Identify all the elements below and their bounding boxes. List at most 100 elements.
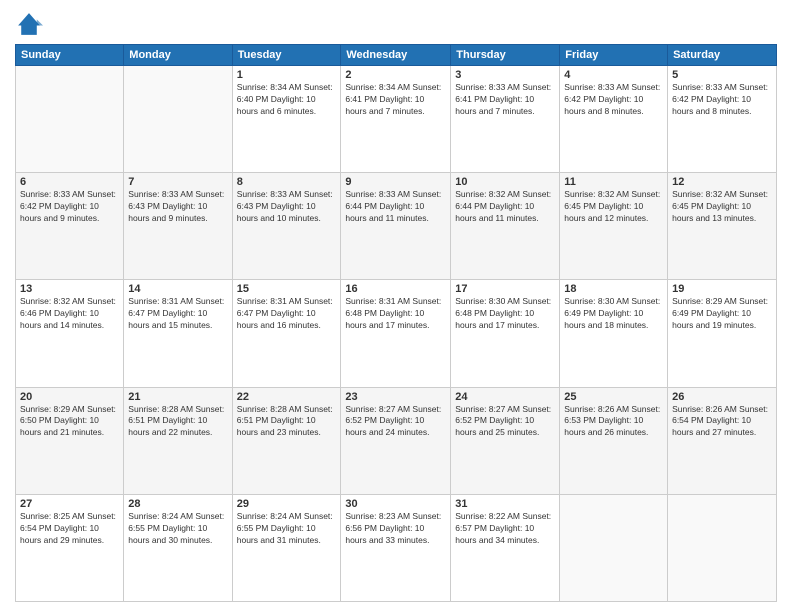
weekday-header-thursday: Thursday (451, 45, 560, 66)
day-number: 26 (672, 391, 772, 403)
calendar-cell: 19Sunrise: 8:29 AM Sunset: 6:49 PM Dayli… (668, 280, 777, 387)
day-number: 15 (237, 283, 337, 295)
day-number: 7 (128, 176, 227, 188)
calendar-cell: 26Sunrise: 8:26 AM Sunset: 6:54 PM Dayli… (668, 387, 777, 494)
calendar-cell: 6Sunrise: 8:33 AM Sunset: 6:42 PM Daylig… (16, 173, 124, 280)
weekday-header-row: SundayMondayTuesdayWednesdayThursdayFrid… (16, 45, 777, 66)
calendar-cell: 8Sunrise: 8:33 AM Sunset: 6:43 PM Daylig… (232, 173, 341, 280)
day-info: Sunrise: 8:34 AM Sunset: 6:40 PM Dayligh… (237, 82, 337, 118)
day-number: 31 (455, 498, 555, 510)
day-info: Sunrise: 8:32 AM Sunset: 6:45 PM Dayligh… (672, 189, 772, 225)
day-info: Sunrise: 8:33 AM Sunset: 6:44 PM Dayligh… (345, 189, 446, 225)
calendar-cell (668, 494, 777, 601)
day-number: 1 (237, 69, 337, 81)
logo (15, 10, 47, 38)
day-info: Sunrise: 8:30 AM Sunset: 6:49 PM Dayligh… (564, 296, 663, 332)
day-info: Sunrise: 8:33 AM Sunset: 6:42 PM Dayligh… (20, 189, 119, 225)
calendar-cell: 16Sunrise: 8:31 AM Sunset: 6:48 PM Dayli… (341, 280, 451, 387)
weekday-header-sunday: Sunday (16, 45, 124, 66)
weekday-header-wednesday: Wednesday (341, 45, 451, 66)
day-info: Sunrise: 8:32 AM Sunset: 6:46 PM Dayligh… (20, 296, 119, 332)
day-info: Sunrise: 8:28 AM Sunset: 6:51 PM Dayligh… (128, 404, 227, 440)
day-info: Sunrise: 8:27 AM Sunset: 6:52 PM Dayligh… (455, 404, 555, 440)
day-number: 25 (564, 391, 663, 403)
calendar-cell: 27Sunrise: 8:25 AM Sunset: 6:54 PM Dayli… (16, 494, 124, 601)
day-number: 12 (672, 176, 772, 188)
day-info: Sunrise: 8:33 AM Sunset: 6:43 PM Dayligh… (237, 189, 337, 225)
day-number: 14 (128, 283, 227, 295)
calendar-table: SundayMondayTuesdayWednesdayThursdayFrid… (15, 44, 777, 602)
day-info: Sunrise: 8:31 AM Sunset: 6:48 PM Dayligh… (345, 296, 446, 332)
page: SundayMondayTuesdayWednesdayThursdayFrid… (0, 0, 792, 612)
calendar-cell: 30Sunrise: 8:23 AM Sunset: 6:56 PM Dayli… (341, 494, 451, 601)
day-number: 27 (20, 498, 119, 510)
calendar-cell: 21Sunrise: 8:28 AM Sunset: 6:51 PM Dayli… (124, 387, 232, 494)
week-row-2: 6Sunrise: 8:33 AM Sunset: 6:42 PM Daylig… (16, 173, 777, 280)
day-number: 13 (20, 283, 119, 295)
day-number: 8 (237, 176, 337, 188)
day-number: 24 (455, 391, 555, 403)
day-info: Sunrise: 8:30 AM Sunset: 6:48 PM Dayligh… (455, 296, 555, 332)
day-info: Sunrise: 8:32 AM Sunset: 6:45 PM Dayligh… (564, 189, 663, 225)
day-info: Sunrise: 8:24 AM Sunset: 6:55 PM Dayligh… (237, 511, 337, 547)
day-number: 29 (237, 498, 337, 510)
day-info: Sunrise: 8:29 AM Sunset: 6:50 PM Dayligh… (20, 404, 119, 440)
day-info: Sunrise: 8:24 AM Sunset: 6:55 PM Dayligh… (128, 511, 227, 547)
calendar-cell: 28Sunrise: 8:24 AM Sunset: 6:55 PM Dayli… (124, 494, 232, 601)
day-info: Sunrise: 8:31 AM Sunset: 6:47 PM Dayligh… (128, 296, 227, 332)
calendar-cell: 23Sunrise: 8:27 AM Sunset: 6:52 PM Dayli… (341, 387, 451, 494)
calendar-cell: 24Sunrise: 8:27 AM Sunset: 6:52 PM Dayli… (451, 387, 560, 494)
day-number: 3 (455, 69, 555, 81)
day-info: Sunrise: 8:27 AM Sunset: 6:52 PM Dayligh… (345, 404, 446, 440)
calendar-cell: 9Sunrise: 8:33 AM Sunset: 6:44 PM Daylig… (341, 173, 451, 280)
day-number: 19 (672, 283, 772, 295)
week-row-5: 27Sunrise: 8:25 AM Sunset: 6:54 PM Dayli… (16, 494, 777, 601)
logo-icon (15, 10, 43, 38)
day-info: Sunrise: 8:31 AM Sunset: 6:47 PM Dayligh… (237, 296, 337, 332)
day-number: 18 (564, 283, 663, 295)
calendar-cell: 29Sunrise: 8:24 AM Sunset: 6:55 PM Dayli… (232, 494, 341, 601)
calendar-cell: 31Sunrise: 8:22 AM Sunset: 6:57 PM Dayli… (451, 494, 560, 601)
day-info: Sunrise: 8:26 AM Sunset: 6:53 PM Dayligh… (564, 404, 663, 440)
calendar-cell: 2Sunrise: 8:34 AM Sunset: 6:41 PM Daylig… (341, 66, 451, 173)
calendar-cell: 18Sunrise: 8:30 AM Sunset: 6:49 PM Dayli… (560, 280, 668, 387)
calendar-cell: 12Sunrise: 8:32 AM Sunset: 6:45 PM Dayli… (668, 173, 777, 280)
weekday-header-tuesday: Tuesday (232, 45, 341, 66)
day-info: Sunrise: 8:33 AM Sunset: 6:43 PM Dayligh… (128, 189, 227, 225)
day-number: 2 (345, 69, 446, 81)
day-info: Sunrise: 8:33 AM Sunset: 6:42 PM Dayligh… (564, 82, 663, 118)
weekday-header-friday: Friday (560, 45, 668, 66)
day-number: 4 (564, 69, 663, 81)
day-info: Sunrise: 8:29 AM Sunset: 6:49 PM Dayligh… (672, 296, 772, 332)
calendar-cell: 7Sunrise: 8:33 AM Sunset: 6:43 PM Daylig… (124, 173, 232, 280)
day-number: 17 (455, 283, 555, 295)
day-info: Sunrise: 8:22 AM Sunset: 6:57 PM Dayligh… (455, 511, 555, 547)
calendar-cell: 4Sunrise: 8:33 AM Sunset: 6:42 PM Daylig… (560, 66, 668, 173)
calendar-cell (560, 494, 668, 601)
day-number: 22 (237, 391, 337, 403)
day-info: Sunrise: 8:28 AM Sunset: 6:51 PM Dayligh… (237, 404, 337, 440)
day-number: 9 (345, 176, 446, 188)
day-info: Sunrise: 8:26 AM Sunset: 6:54 PM Dayligh… (672, 404, 772, 440)
calendar-cell: 3Sunrise: 8:33 AM Sunset: 6:41 PM Daylig… (451, 66, 560, 173)
calendar-cell: 15Sunrise: 8:31 AM Sunset: 6:47 PM Dayli… (232, 280, 341, 387)
weekday-header-saturday: Saturday (668, 45, 777, 66)
day-number: 23 (345, 391, 446, 403)
day-info: Sunrise: 8:25 AM Sunset: 6:54 PM Dayligh… (20, 511, 119, 547)
calendar-cell: 11Sunrise: 8:32 AM Sunset: 6:45 PM Dayli… (560, 173, 668, 280)
day-number: 20 (20, 391, 119, 403)
calendar-cell: 10Sunrise: 8:32 AM Sunset: 6:44 PM Dayli… (451, 173, 560, 280)
calendar-cell: 14Sunrise: 8:31 AM Sunset: 6:47 PM Dayli… (124, 280, 232, 387)
calendar-cell (16, 66, 124, 173)
calendar-cell: 5Sunrise: 8:33 AM Sunset: 6:42 PM Daylig… (668, 66, 777, 173)
week-row-3: 13Sunrise: 8:32 AM Sunset: 6:46 PM Dayli… (16, 280, 777, 387)
calendar-cell: 25Sunrise: 8:26 AM Sunset: 6:53 PM Dayli… (560, 387, 668, 494)
day-number: 10 (455, 176, 555, 188)
day-info: Sunrise: 8:33 AM Sunset: 6:42 PM Dayligh… (672, 82, 772, 118)
header (15, 10, 777, 38)
day-number: 11 (564, 176, 663, 188)
day-info: Sunrise: 8:33 AM Sunset: 6:41 PM Dayligh… (455, 82, 555, 118)
calendar-cell: 22Sunrise: 8:28 AM Sunset: 6:51 PM Dayli… (232, 387, 341, 494)
calendar-cell: 20Sunrise: 8:29 AM Sunset: 6:50 PM Dayli… (16, 387, 124, 494)
day-number: 16 (345, 283, 446, 295)
